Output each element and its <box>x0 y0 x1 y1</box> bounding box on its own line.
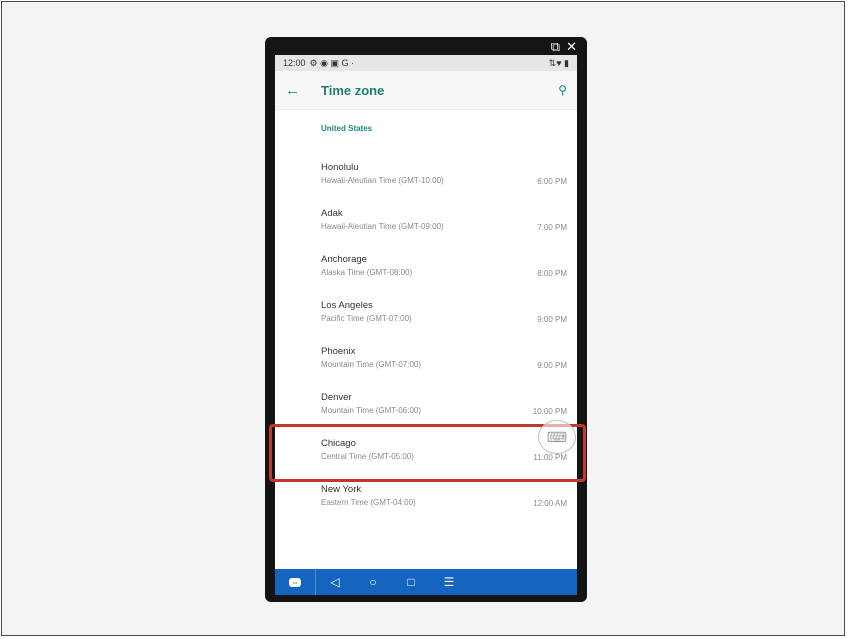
time-zone-item-phoenix[interactable]: Phoenix Mountain Time (GMT-07:00) 9:00 P… <box>275 344 577 390</box>
back-arrow-icon[interactable]: ← <box>285 82 319 99</box>
city-name: Los Angeles <box>321 300 373 311</box>
zone-description: Pacific Time (GMT-07:00) <box>321 314 412 323</box>
local-time: 6:00 PM <box>537 177 567 186</box>
status-time: 12:00 <box>283 58 306 68</box>
popout-icon[interactable]: ⧉ <box>551 40 560 54</box>
app-bar: ← Time zone ⚲ <box>275 71 577 110</box>
page-title: Time zone <box>321 82 385 98</box>
keyboard-overlay-button[interactable]: ⌨ <box>538 420 576 454</box>
city-name: Adak <box>321 208 343 219</box>
local-time: 9:00 PM <box>537 361 567 370</box>
nav-home-icon[interactable]: ○ <box>354 575 392 589</box>
zone-description: Hawaii-Aleutian Time (GMT-10:00) <box>321 176 444 185</box>
local-time: 8:00 PM <box>537 269 567 278</box>
time-zone-item-los-angeles[interactable]: Los Angeles Pacific Time (GMT-07:00) 9:0… <box>275 298 577 344</box>
window-controls: ⧉ ✕ <box>551 40 577 54</box>
status-signal-icons: ⇅♥ ▮ <box>548 57 569 68</box>
local-time: 7:00 PM <box>537 223 567 232</box>
local-time: 9:00 PM <box>537 315 567 324</box>
zone-description: Mountain Time (GMT-07:00) <box>321 360 422 369</box>
nav-back-icon[interactable]: ◁ <box>316 575 354 589</box>
device-screen: 12:00 ⚙ ◉ ▣ G · ⇅♥ ▮ ← Time zone ⚲ Unite… <box>275 55 577 595</box>
close-icon[interactable]: ✕ <box>566 40 577 54</box>
nav-recents-icon[interactable]: □ <box>392 575 430 589</box>
navigation-bar: ⇔ ◁ ○ □ ☰ <box>275 569 577 595</box>
local-time: 10:00 PM <box>532 407 567 416</box>
time-zone-item-honolulu[interactable]: Honolulu Hawaii-Aleutian Time (GMT-10:00… <box>275 160 577 206</box>
remote-app-icon: ⇔ <box>289 577 301 587</box>
local-time: 12:00 AM <box>533 499 567 508</box>
remote-app-button[interactable]: ⇔ <box>275 569 316 595</box>
city-name: Anchorage <box>321 254 367 265</box>
city-name: Denver <box>321 392 352 403</box>
time-zone-item-anchorage[interactable]: Anchorage Alaska Time (GMT-08:00) 8:00 P… <box>275 252 577 298</box>
time-zone-item-new-york[interactable]: New York Eastern Time (GMT-04:00) 12:00 … <box>275 482 577 528</box>
city-name: New York <box>321 484 362 495</box>
zone-description: Alaska Time (GMT-08:00) <box>321 268 413 277</box>
section-header: United States <box>321 124 373 133</box>
zone-description: Eastern Time (GMT-04:00) <box>321 498 416 507</box>
nav-menu-icon[interactable]: ☰ <box>430 575 468 589</box>
time-zone-item-adak[interactable]: Adak Hawaii-Aleutian Time (GMT-09:00) 7:… <box>275 206 577 252</box>
city-name: Phoenix <box>321 346 356 357</box>
device-window: ⧉ ✕ 12:00 ⚙ ◉ ▣ G · ⇅♥ ▮ ← Time zone ⚲ U… <box>265 37 587 602</box>
city-name: Honolulu <box>321 162 359 173</box>
zone-description: Mountain Time (GMT-06:00) <box>321 406 422 415</box>
zone-description: Hawaii-Aleutian Time (GMT-09:00) <box>321 222 444 231</box>
keyboard-icon: ⌨ <box>546 428 568 445</box>
status-bar: 12:00 ⚙ ◉ ▣ G · ⇅♥ ▮ <box>275 55 577 71</box>
search-icon[interactable]: ⚲ <box>558 83 567 97</box>
status-notification-icons: ⚙ ◉ ▣ G · <box>309 57 354 68</box>
